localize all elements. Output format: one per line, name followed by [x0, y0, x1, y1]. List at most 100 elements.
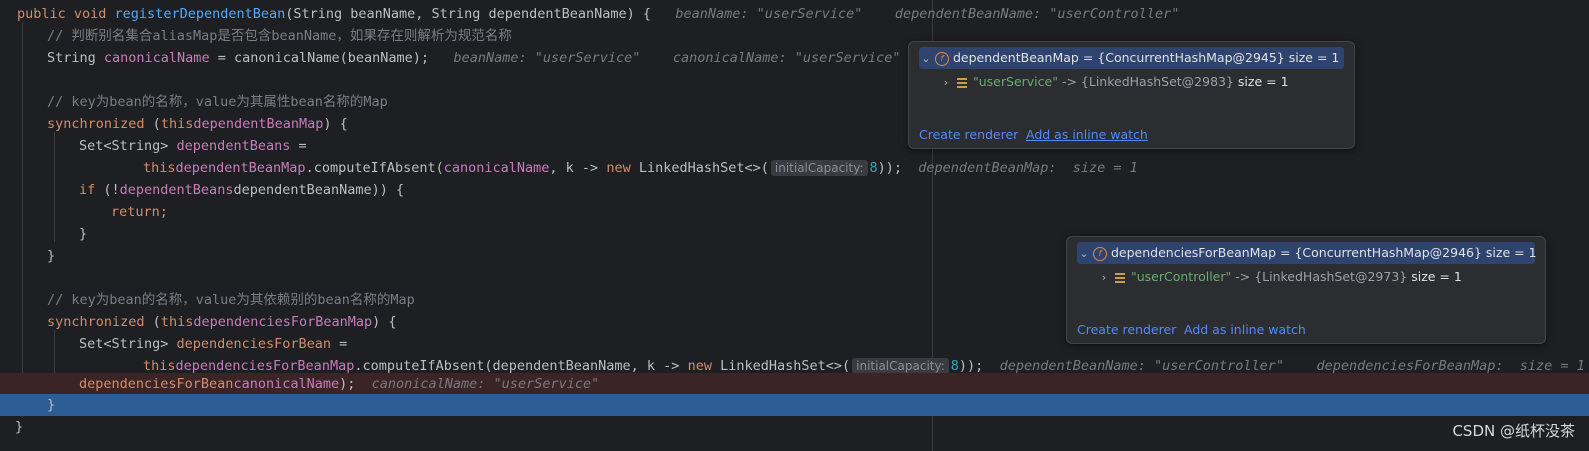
tree-row-child[interactable]: › "userService" -> {LinkedHashSet@2983} s…	[939, 71, 1344, 93]
local-var: dependentBeans	[176, 138, 291, 154]
tree-row-root[interactable]: ⌄ f dependentBeanMap = {ConcurrentHashMap@…	[919, 47, 1344, 69]
field-icon: f	[1093, 246, 1107, 261]
keyword: new	[687, 358, 721, 374]
variable-size: size = 1	[1485, 245, 1537, 260]
local-var: dependenciesForBean	[176, 336, 331, 352]
comment: // key为bean的名称，value为其依赖别的bean名称的Map	[47, 292, 415, 308]
parameter-hint: initialCapacity:	[852, 358, 949, 374]
method-name: registerDependentBean	[114, 6, 286, 22]
code-text: ) {	[323, 116, 348, 132]
keyword: this	[160, 116, 194, 132]
tree-row-child[interactable]: › "userController" -> {LinkedHashSet@2973…	[1097, 266, 1535, 288]
keyword: this	[143, 358, 176, 374]
entry-size: size = 1	[1237, 74, 1289, 89]
chevron-right-icon[interactable]: ›	[1097, 267, 1111, 289]
code-text: Set<String>	[79, 336, 177, 352]
code-line[interactable]: }	[0, 416, 1589, 438]
local-var: canonicalName	[103, 50, 210, 66]
code-text: , String	[415, 6, 489, 22]
field-name: dependenciesForBeanMap	[193, 314, 373, 330]
number-literal: 8	[869, 160, 878, 176]
create-renderer-link[interactable]: Create renderer	[1077, 322, 1176, 337]
code-line-breakpoint[interactable]: dependenciesForBeancanonicalName); canon…	[0, 373, 1589, 395]
field-name: dependentBeanMap	[193, 116, 324, 132]
entry-key: "userController"	[1131, 269, 1232, 284]
debug-value-popup[interactable]: ⌄ f dependenciesForBeanMap = {ConcurrentHa…	[1066, 236, 1546, 344]
code-text: ));	[958, 358, 984, 374]
inline-debug-values: canonicalName: "userService"	[371, 376, 600, 392]
entry-arrow: ->	[1231, 269, 1255, 284]
inline-debug-values: dependentBeanName: "userController" depe…	[999, 358, 1585, 374]
code-text: )) {	[371, 182, 405, 198]
code-text: );	[412, 50, 430, 66]
code-text: (String	[285, 6, 351, 22]
code-line[interactable]: return;	[0, 201, 1589, 223]
code-text: (!	[103, 182, 120, 198]
add-inline-watch-link[interactable]: Add as inline watch	[1026, 127, 1148, 142]
code-line[interactable]: if (!dependentBeansdependentBeanName)) {	[0, 179, 1589, 201]
keyword: if	[79, 182, 104, 198]
comment: // key为bean的名称，value为其属性bean名称的Map	[47, 94, 388, 110]
local-var: canonicalName	[443, 160, 550, 176]
keyword: synchronized	[47, 116, 153, 132]
code-text: LinkedHashSet<>(	[720, 358, 851, 374]
local-var: dependenciesForBean	[79, 376, 234, 392]
code-text: , k ->	[549, 160, 607, 176]
param-name: dependentBeanName	[488, 6, 627, 22]
keyword: synchronized	[47, 314, 153, 330]
entry-arrow: ->	[1057, 74, 1081, 89]
map-entry-icon	[1115, 272, 1125, 283]
entry-value: {LinkedHashSet@2973}	[1254, 269, 1408, 284]
code-text: );	[339, 376, 356, 392]
code-line[interactable]: thisdependentBeanMap.computeIfAbsent(can…	[0, 157, 1589, 179]
variable-size: size = 1	[1288, 50, 1340, 65]
create-renderer-link[interactable]: Create renderer	[919, 127, 1018, 142]
number-literal: 8	[950, 358, 959, 374]
code-text: Set<String>	[79, 138, 177, 154]
code-line-method-signature[interactable]: public void registerDependentBean(String…	[0, 3, 1589, 25]
debug-value-popup[interactable]: ⌄ f dependentBeanMap = {ConcurrentHashMap@…	[908, 41, 1355, 149]
keyword: return;	[111, 204, 168, 220]
code-text: LinkedHashSet<>(	[638, 160, 769, 176]
variable-value: {ConcurrentHashMap@2945}	[1097, 50, 1285, 65]
code-text: String	[47, 50, 104, 66]
code-text: .computeIfAbsent(	[305, 160, 444, 176]
code-text: , k ->	[630, 358, 688, 374]
tree-row-root[interactable]: ⌄ f dependenciesForBeanMap = {ConcurrentHa…	[1077, 242, 1537, 265]
chevron-right-icon[interactable]: ›	[939, 72, 953, 94]
param-name: dependentBeanName	[233, 182, 372, 198]
field-name: dependenciesForBeanMap	[175, 358, 355, 374]
variable-name: dependenciesForBeanMap	[1111, 245, 1277, 260]
entry-size: size = 1	[1411, 269, 1462, 284]
keyword: this	[143, 160, 176, 176]
param-name: beanName	[347, 50, 413, 66]
local-var: canonicalName	[233, 376, 340, 392]
code-text: (	[152, 116, 161, 132]
inline-debug-values: beanName: "userService" dependentBeanNam…	[675, 6, 1180, 22]
equals-sign: =	[1078, 50, 1098, 65]
add-inline-watch-link[interactable]: Add as inline watch	[1184, 322, 1306, 337]
inline-debug-values: dependentBeanMap: size = 1	[918, 160, 1138, 176]
chevron-down-icon[interactable]: ⌄	[919, 48, 933, 70]
code-line-current-execution[interactable]: }	[0, 394, 1589, 416]
map-entry-icon	[957, 77, 967, 88]
brace: }	[47, 248, 56, 264]
brace: }	[47, 397, 56, 413]
keyword: public void	[17, 6, 115, 22]
code-text: (	[152, 314, 161, 330]
equals-sign: =	[1276, 245, 1295, 260]
keyword: this	[160, 314, 194, 330]
chevron-down-icon[interactable]: ⌄	[1077, 243, 1091, 265]
brace: }	[79, 226, 88, 242]
code-text: =	[330, 336, 348, 352]
keyword: new	[606, 160, 639, 176]
code-text: ) {	[626, 6, 652, 22]
code-text: ) {	[372, 314, 397, 330]
watermark: CSDN @纸杯没茶	[1452, 422, 1575, 440]
inline-debug-values: beanName: "userService" canonicalName: "…	[453, 50, 901, 66]
code-text: = canonicalName(	[209, 50, 348, 66]
entry-key: "userService"	[973, 74, 1058, 89]
entry-value: {LinkedHashSet@2983}	[1080, 74, 1234, 89]
brace: }	[15, 419, 24, 435]
variable-name: dependentBeanMap	[953, 50, 1079, 65]
